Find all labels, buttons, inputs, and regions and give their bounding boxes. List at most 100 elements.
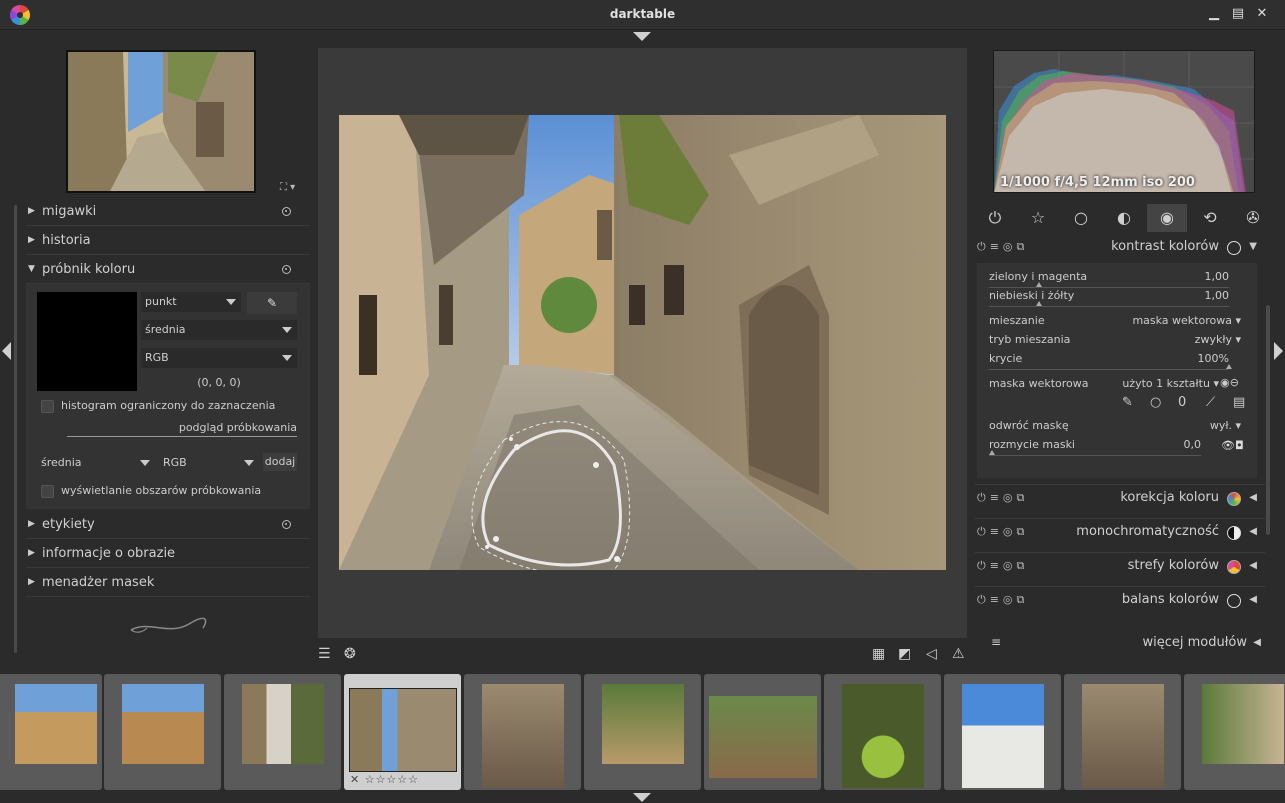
vector-mask-row[interactable]: maska wektorowa użyto 1 kształtu ▾ ◉⊖ (989, 376, 1241, 393)
filmstrip-thumbnail[interactable] (0, 674, 102, 790)
section-image-info[interactable]: ▶ informacje o obrazie (26, 540, 310, 568)
mask-blur-slider[interactable]: rozmycie maski 0,0 (989, 438, 1201, 454)
minimize-icon[interactable]: ▁ (1206, 6, 1222, 22)
bottom-panel-toggle-icon[interactable] (633, 793, 651, 802)
favorites-icon[interactable]: ☆ (1018, 204, 1058, 232)
chevron-down-icon (282, 355, 292, 361)
correct-group-icon[interactable]: ⟲ (1190, 204, 1230, 232)
maximize-icon[interactable]: ▤ (1230, 6, 1246, 22)
module-controls-icon[interactable]: ⏻≡◎⧉ (977, 559, 1028, 573)
chevron-down-icon (226, 299, 236, 305)
show-mask-icon[interactable]: 👁◘ (1221, 439, 1244, 452)
draw-ellipse-icon[interactable]: 0 (1178, 395, 1186, 410)
zoom-control-icon[interactable]: ⛶ ▾ (280, 182, 295, 193)
top-panel-toggle-icon[interactable] (633, 32, 651, 41)
soft-proof-icon[interactable]: ▦ (872, 646, 885, 662)
module-body-color-contrast: zielony i magenta 1,00 niebieski i żółty… (977, 263, 1257, 478)
draw-gradient-icon[interactable]: ▤ (1233, 395, 1245, 410)
module-controls-icon[interactable]: ⏻≡◎⧉ (977, 240, 1028, 254)
center-view (318, 48, 967, 638)
green-magenta-slider[interactable]: zielony i magenta 1,00 (989, 270, 1229, 286)
close-icon[interactable]: ✕ (1254, 6, 1270, 22)
menu-icon[interactable]: ☰ (318, 646, 331, 662)
mask-visibility-icon[interactable]: ◉⊖ (1220, 376, 1239, 389)
preset-icon[interactable] (282, 265, 291, 274)
module-header-monochrome[interactable]: ⏻≡◎⧉ monochromatyczność ◀ (975, 518, 1265, 546)
left-panel-toggle-icon[interactable] (2, 342, 11, 360)
filmstrip-thumbnail[interactable] (224, 674, 341, 790)
picker-colorspace-select[interactable]: RGB (141, 348, 297, 368)
blue-yellow-slider[interactable]: niebieski i żółty 1,00 (989, 289, 1229, 305)
main-image[interactable] (339, 115, 946, 570)
section-color-picker[interactable]: ▼ próbnik koloru (26, 256, 310, 284)
focus-peaking-icon[interactable]: ◁ (926, 646, 937, 662)
chevron-down-icon (244, 460, 254, 466)
histogram[interactable]: 1/1000 f/4,5 12mm iso 200 (993, 50, 1255, 193)
tone-group-icon[interactable]: ◐ (1104, 204, 1144, 232)
color-picker-button[interactable]: ✎ (247, 292, 297, 314)
module-header-color-balance[interactable]: ⏻≡◎⧉ balans kolorów ◀ (975, 586, 1265, 614)
picker-stat-select[interactable]: średnia (141, 320, 297, 340)
effect-group-icon[interactable]: ✇ (1233, 204, 1273, 232)
slider-track (989, 455, 1201, 456)
filmstrip-thumbnail[interactable] (464, 674, 581, 790)
monochrome-icon (1227, 526, 1241, 540)
gamut-check-icon[interactable]: ◩ (898, 646, 911, 662)
more-modules-button[interactable]: ≡ więcej modułów ◀ (977, 632, 1267, 654)
module-controls-icon[interactable]: ⏻≡◎⧉ (977, 593, 1028, 607)
filmstrip-thumbnail[interactable] (1064, 674, 1181, 790)
display-samples-checkbox[interactable] (41, 485, 54, 498)
filmstrip-thumbnail[interactable] (104, 674, 221, 790)
sample-space-select[interactable]: RGB (159, 453, 259, 473)
draw-path-icon[interactable]: ✎ (1122, 395, 1133, 410)
module-controls-icon[interactable]: ⏻≡◎⧉ (977, 525, 1028, 539)
module-header-color-zones[interactable]: ⏻≡◎⧉ strefy kolorów ◀ (975, 552, 1265, 580)
draw-brush-icon[interactable]: ⟋ (1206, 395, 1215, 410)
chevron-down-icon (282, 327, 292, 333)
color-group-icon[interactable]: ◉ (1147, 204, 1187, 232)
blend-select[interactable]: mieszanie maska wektorowa ▾ (989, 314, 1241, 330)
invert-mask-select[interactable]: odwróć maskę wył. ▾ (989, 419, 1241, 435)
section-tags[interactable]: ▶ etykiety (26, 511, 310, 539)
draw-circle-icon[interactable]: ○ (1150, 395, 1161, 410)
thumbnail-image (1082, 684, 1164, 788)
expand-arrow-icon[interactable]: ◀ (1249, 560, 1257, 571)
restrict-histogram-checkbox[interactable] (41, 400, 54, 413)
right-panel-toggle-icon[interactable] (1274, 342, 1283, 360)
sample-stat-select[interactable]: średnia (37, 453, 155, 473)
module-header-color-contrast[interactable]: ⏻≡◎⧉ kontrast kolorów ▼ (975, 234, 1265, 262)
picker-mode-select[interactable]: punkt (141, 292, 241, 312)
warning-icon[interactable]: ⚠ (952, 646, 965, 662)
window-title: darktable (609, 7, 676, 21)
color-balance-icon (1227, 594, 1241, 608)
opacity-slider[interactable]: krycie 100% (989, 352, 1229, 368)
section-mask-manager[interactable]: ▶ menadżer masek (26, 569, 310, 597)
expand-arrow-icon[interactable]: ◀ (1249, 492, 1257, 503)
filmstrip-thumbnail-selected[interactable]: ✕ ☆☆☆☆☆ (344, 674, 461, 790)
blend-mode-select[interactable]: tryb mieszania zwykły ▾ (989, 333, 1241, 349)
filmstrip-thumbnail[interactable] (584, 674, 701, 790)
navigator-thumbnail[interactable] (66, 50, 256, 193)
preset-icon[interactable] (282, 520, 291, 529)
expand-arrow-icon[interactable]: ◀ (1249, 526, 1257, 537)
collapse-arrow-icon: ▼ (28, 264, 35, 274)
left-scrollbar[interactable] (14, 205, 17, 653)
module-controls-icon[interactable]: ⏻≡◎⧉ (977, 491, 1028, 505)
expand-arrow-icon[interactable]: ◀ (1249, 594, 1257, 605)
filmstrip-thumbnail[interactable] (944, 674, 1061, 790)
filmstrip-thumbnail[interactable] (1184, 674, 1285, 790)
filmstrip-thumbnail[interactable] (824, 674, 941, 790)
collapse-arrow-icon[interactable]: ▼ (1249, 241, 1257, 252)
right-scrollbar[interactable] (1266, 305, 1270, 535)
styles-icon[interactable]: ❂ (344, 646, 356, 662)
add-sample-button[interactable]: dodaj (263, 453, 297, 471)
star-rating[interactable]: ✕ ☆☆☆☆☆ (350, 773, 419, 786)
restrict-histogram-label: histogram ograniczony do zaznaczenia (61, 399, 276, 412)
basic-group-icon[interactable]: ○ (1061, 204, 1101, 232)
active-modules-icon[interactable]: ⏻ (975, 204, 1015, 232)
module-header-color-correction[interactable]: ⏻≡◎⧉ korekcja koloru ◀ (975, 484, 1265, 512)
preset-icon[interactable] (282, 207, 291, 216)
filmstrip-thumbnail[interactable] (704, 674, 821, 790)
section-snapshots[interactable]: ▶ migawki (26, 198, 310, 226)
section-history[interactable]: ▶ historia (26, 227, 310, 255)
